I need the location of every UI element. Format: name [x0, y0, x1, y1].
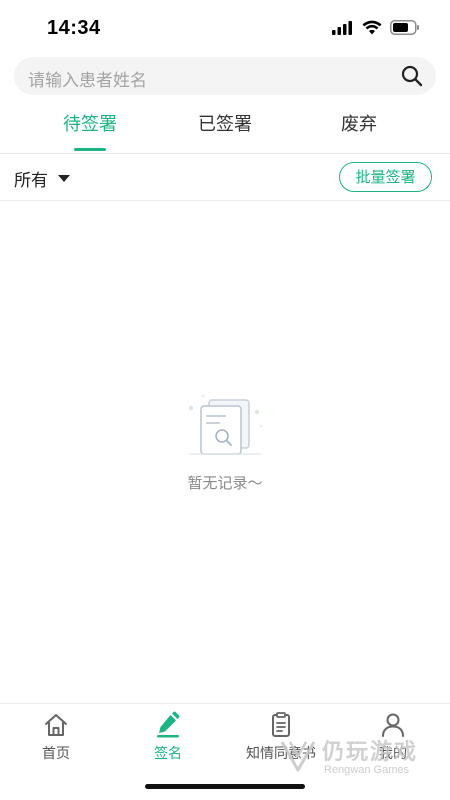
status-time: 14:34 [47, 17, 101, 39]
battery-icon [390, 20, 419, 35]
status-bar: 14:34 [0, 0, 450, 56]
search-bar[interactable]: 请输入患者姓名 [14, 57, 436, 95]
tab-discarded[interactable]: 废弃 [309, 110, 409, 136]
status-filter-value: 所有 [14, 171, 48, 191]
cellular-signal-icon [332, 20, 352, 35]
home-icon [45, 714, 67, 736]
filter-row: 所有 批量签署 [0, 154, 450, 201]
tab-bar: 待签署 已签署 废弃 [0, 100, 450, 154]
tab-signed[interactable]: 已签署 [175, 110, 275, 136]
nav-label-profile: 我的 [379, 746, 407, 762]
home-indicator [145, 784, 305, 789]
pen-sign-icon [157, 711, 180, 738]
search-icon[interactable] [400, 64, 424, 88]
nav-label-sign: 签名 [154, 746, 182, 762]
batch-sign-button[interactable]: 批量签署 [339, 162, 432, 192]
clipboard-icon [272, 712, 290, 737]
nav-label-home: 首页 [42, 746, 70, 762]
status-icons [332, 20, 420, 35]
empty-message: 暂无记录～ [187, 474, 263, 492]
status-filter-dropdown[interactable]: 所有 [14, 166, 70, 191]
nav-label-consent-form: 知情同意书 [246, 746, 316, 762]
nav-item-profile[interactable]: 我的 [348, 711, 438, 763]
nav-item-consent-form[interactable]: 知情同意书 [236, 711, 326, 763]
wifi-icon [362, 20, 382, 35]
tab-pending-sign[interactable]: 待签署 [40, 110, 140, 136]
document-search-icon [188, 394, 263, 455]
caret-down-icon [58, 175, 70, 182]
user-icon [382, 713, 404, 737]
search-input[interactable]: 请输入患者姓名 [28, 66, 147, 91]
nav-item-sign[interactable]: 签名 [123, 711, 213, 763]
active-tab-indicator [74, 148, 106, 151]
nav-item-home[interactable]: 首页 [11, 711, 101, 763]
